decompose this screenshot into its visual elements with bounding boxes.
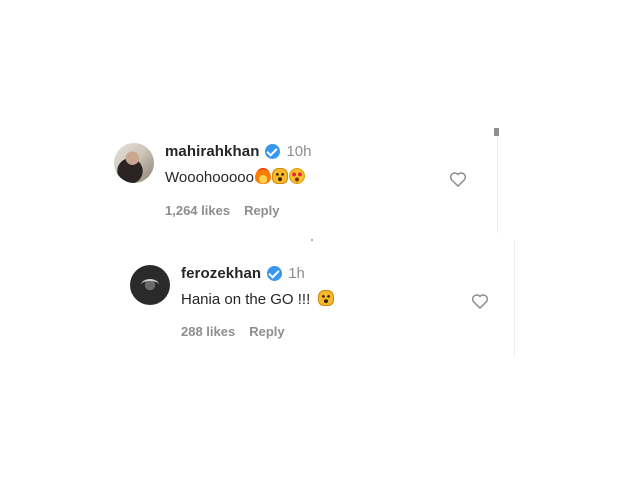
- likes-count[interactable]: 288 likes: [181, 324, 235, 339]
- panel-divider: [497, 133, 498, 233]
- comment-text: Hania on the GO !!!: [181, 290, 335, 308]
- fire-emoji: [254, 168, 271, 184]
- comment-body: Wooohooooo: [165, 169, 254, 186]
- heart-outline-icon[interactable]: [448, 169, 468, 189]
- reply-button[interactable]: Reply: [244, 203, 279, 218]
- avatar[interactable]: [130, 265, 170, 305]
- comment-header: ferozekhan 1h: [181, 265, 305, 282]
- panel-divider: [514, 240, 515, 358]
- comment-text: Wooohooooo: [165, 168, 305, 186]
- timestamp[interactable]: 10h: [286, 143, 311, 160]
- username[interactable]: mahirahkhan: [165, 143, 259, 160]
- reply-button[interactable]: Reply: [249, 324, 284, 339]
- avatar[interactable]: [114, 143, 154, 183]
- comment-meta: 288 likes Reply: [181, 324, 285, 339]
- username[interactable]: ferozekhan: [181, 265, 261, 282]
- verified-badge-icon: [265, 144, 281, 159]
- separator-dot: [311, 239, 313, 241]
- comment-meta: 1,264 likes Reply: [165, 203, 279, 218]
- verified-badge-icon: [267, 266, 283, 281]
- comment-header: mahirahkhan 10h: [165, 143, 312, 160]
- screaming-face-emoji: [271, 168, 288, 184]
- timestamp[interactable]: 1h: [288, 265, 305, 282]
- scrollbar-marker: [494, 128, 499, 136]
- screaming-face-emoji: [318, 290, 335, 306]
- comment-body: Hania on the GO !!!: [181, 291, 311, 308]
- heart-outline-icon[interactable]: [470, 291, 490, 311]
- heart-eyes-emoji: [288, 168, 305, 184]
- likes-count[interactable]: 1,264 likes: [165, 203, 230, 218]
- screenshot-frame: mahirahkhan 10h Wooohooooo 1,264 likes Re…: [0, 0, 640, 480]
